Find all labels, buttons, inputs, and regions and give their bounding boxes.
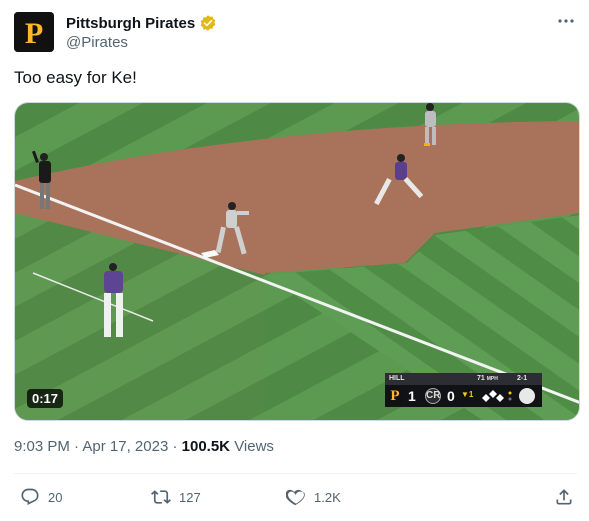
scorebug-pitcher: HILL [389,375,405,382]
avatar[interactable]: P [14,12,54,52]
tweet-text: Too easy for Ke! [14,68,137,87]
views-count: 100.5K [181,438,231,455]
share-icon [556,489,572,505]
reply-icon [21,488,39,505]
scorebug-count: 2-1 [517,375,528,382]
rockies-logo: CR [425,388,441,404]
reply-count: 20 [48,489,63,505]
meta-separator: · [168,438,182,455]
more-horizontal-icon[interactable] [555,12,577,30]
reply-button[interactable]: 20 [20,484,62,510]
sponsor-logo [519,388,535,404]
scorebug-pitch-speed: 71 MPH [477,375,498,382]
home-score: 0 [447,388,455,404]
heart-icon [286,489,305,506]
scorebug-bottom: P 1 CR 0 ▼1 [385,385,542,407]
gold-check-icon [199,14,217,32]
views-label: Views [234,438,274,455]
share-button[interactable] [554,484,574,510]
display-name[interactable]: Pittsburgh Pirates [66,15,195,32]
pirates-logo: P [388,388,402,404]
away-score: 1 [408,388,416,404]
like-count: 1.2K [314,489,341,505]
bases-icon [482,390,504,402]
divider [14,473,577,474]
name-row: Pittsburgh Pirates [66,14,217,32]
like-button[interactable]: 1.2K [286,484,341,510]
tweet-meta: 9:03 PM · Apr 17, 2023 · 100.5K Views [14,438,274,455]
inning-indicator: ▼1 [461,390,474,399]
action-bar: 20 127 1.2K [14,484,577,510]
video-player[interactable]: 0:17 HILL 71 MPH 2-1 P 1 CR 0 ▼1 [14,102,580,421]
retweet-count: 127 [179,489,201,505]
avatar-letter: P [25,17,43,50]
tweet-time[interactable]: 9:03 PM [14,438,70,455]
scorebug-top: HILL 71 MPH 2-1 [385,373,542,385]
retweet-button[interactable]: 127 [151,484,201,510]
meta-separator: · [69,438,83,455]
tweet-date[interactable]: Apr 17, 2023 [82,438,168,455]
outs-icon [508,391,512,401]
retweet-icon [151,490,171,504]
handle[interactable]: @Pirates [66,34,128,51]
video-duration: 0:17 [27,389,64,408]
scorebug: HILL 71 MPH 2-1 P 1 CR 0 ▼1 [385,373,542,409]
tweet-header: P Pittsburgh Pirates @Pirates [14,12,577,56]
